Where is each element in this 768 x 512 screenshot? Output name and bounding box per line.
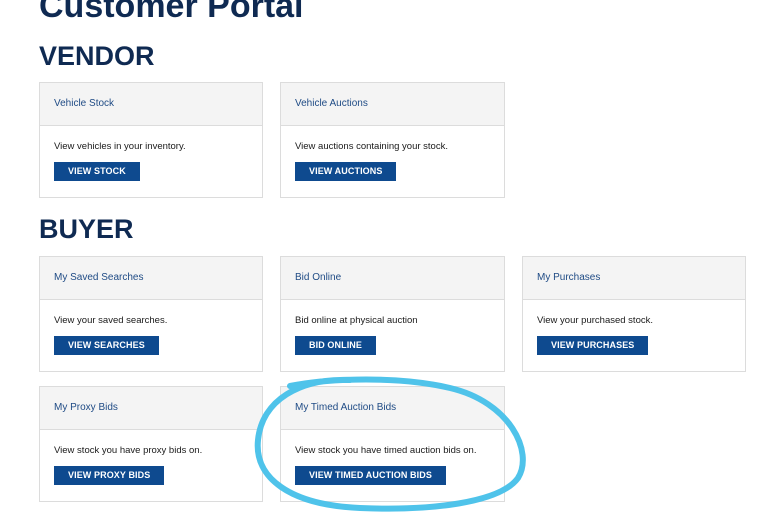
card-description: View auctions containing your stock.	[295, 141, 448, 152]
card-description: View your saved searches.	[54, 315, 168, 326]
vendor-heading: VENDOR	[39, 41, 155, 71]
card-header: My Proxy Bids	[40, 387, 262, 430]
card-description: View vehicles in your inventory.	[54, 141, 186, 152]
card-vehicle-stock: Vehicle Stock View vehicles in your inve…	[39, 82, 263, 198]
view-stock-button[interactable]: VIEW STOCK	[54, 162, 140, 181]
card-my-timed-auction-bids: My Timed Auction Bids View stock you hav…	[280, 386, 505, 502]
card-description: View your purchased stock.	[537, 315, 653, 326]
card-my-saved-searches: My Saved Searches View your saved search…	[39, 256, 263, 372]
bid-online-button[interactable]: BID ONLINE	[295, 336, 377, 355]
card-description: View stock you have proxy bids on.	[54, 445, 203, 456]
card-my-purchases: My Purchases View your purchased stock. …	[522, 256, 746, 372]
card-header: Vehicle Stock	[40, 83, 262, 126]
view-purchases-button[interactable]: VIEW PURCHASES	[537, 336, 649, 355]
view-auctions-button[interactable]: VIEW AUCTIONS	[295, 162, 397, 181]
view-proxy-bids-button[interactable]: VIEW PROXY BIDS	[54, 466, 165, 485]
card-vehicle-auctions: Vehicle Auctions View auctions containin…	[280, 82, 505, 198]
card-header: My Saved Searches	[40, 257, 262, 300]
card-description: View stock you have timed auction bids o…	[295, 445, 477, 456]
page-title: Customer Portal	[39, 0, 304, 25]
card-description: Bid online at physical auction	[295, 315, 418, 326]
card-bid-online: Bid Online Bid online at physical auctio…	[280, 256, 505, 372]
card-my-proxy-bids: My Proxy Bids View stock you have proxy …	[39, 386, 263, 502]
view-searches-button[interactable]: VIEW SEARCHES	[54, 336, 159, 355]
card-header: Vehicle Auctions	[281, 83, 504, 126]
view-timed-auction-bids-button[interactable]: VIEW TIMED AUCTION BIDS	[295, 466, 446, 485]
card-header: My Purchases	[523, 257, 745, 300]
buyer-heading: BUYER	[39, 214, 134, 244]
card-header: Bid Online	[281, 257, 504, 300]
card-header: My Timed Auction Bids	[281, 387, 504, 430]
